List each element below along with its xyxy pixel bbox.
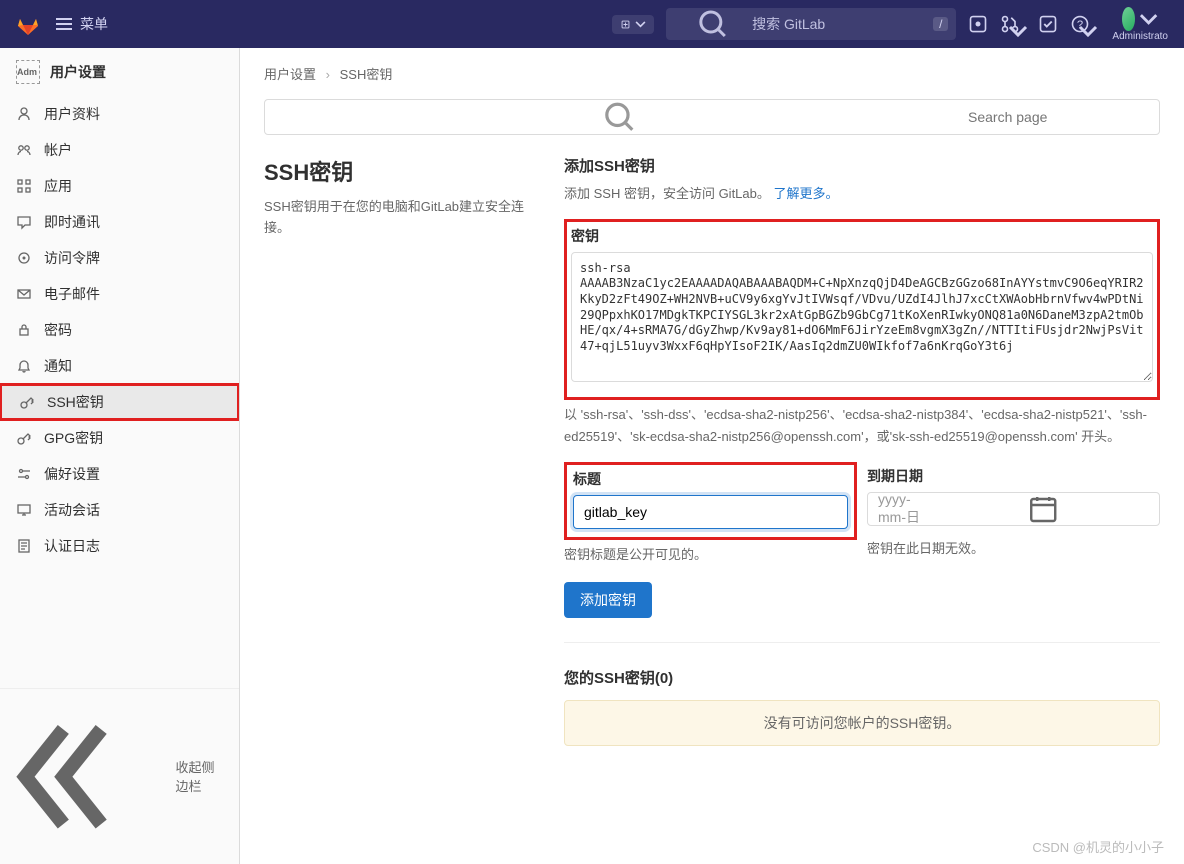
search-page-input[interactable] (968, 109, 1149, 125)
sidebar-item-0[interactable]: 用户资料 (0, 96, 239, 132)
broken-avatar: Adm (16, 60, 40, 84)
sidebar-item-3[interactable]: 即时通讯 (0, 204, 239, 240)
sidebar-header: Adm 用户设置 (0, 48, 239, 96)
sidebar-item-4[interactable]: 访问令牌 (0, 240, 239, 276)
account-icon (16, 142, 32, 158)
expires-label: 到期日期 (867, 466, 1160, 486)
title-label: 标题 (573, 469, 848, 489)
ssh-key-textarea[interactable] (571, 252, 1153, 382)
sidebar-item-2[interactable]: 应用 (0, 168, 239, 204)
sidebar-item-1[interactable]: 帐户 (0, 132, 239, 168)
sidebar-item-label: 用户资料 (44, 104, 100, 124)
apps-icon (16, 178, 32, 194)
search-page-box[interactable] (264, 99, 1160, 135)
collapse-sidebar[interactable]: 收起侧边栏 (0, 688, 239, 864)
log-icon (16, 538, 32, 554)
sidebar-item-label: GPG密钥 (44, 428, 103, 448)
sidebar-item-12[interactable]: 认证日志 (0, 528, 239, 564)
expires-placeholder: yyyy-mm-日 (878, 491, 937, 527)
gitlab-logo[interactable] (16, 12, 40, 36)
sidebar-item-label: 帐户 (44, 140, 72, 160)
chat-icon (16, 214, 32, 230)
calendar-icon (937, 493, 1149, 525)
merge-requests-icon[interactable] (1000, 14, 1020, 34)
sidebar-item-label: 密码 (44, 320, 72, 340)
title-help: 密钥标题是公开可见的。 (564, 544, 857, 566)
sidebar-item-label: 认证日志 (44, 536, 100, 556)
hamburger-icon (56, 18, 72, 30)
search-input[interactable] (752, 16, 933, 32)
sidebar-item-label: 应用 (44, 176, 72, 196)
user-icon (16, 106, 32, 122)
key-icon (19, 394, 35, 410)
search-shortcut: / (933, 17, 948, 31)
avatar (1122, 7, 1135, 31)
monitor-icon (16, 502, 32, 518)
top-bar: 菜单 / ? Administrato (0, 0, 1184, 48)
watermark: CSDN @机灵的小小子 (1032, 837, 1164, 856)
sidebar-item-8[interactable]: SSH密钥 (0, 384, 239, 420)
sidebar-item-label: 访问令牌 (44, 248, 100, 268)
page-title: SSH密钥 (264, 155, 534, 187)
sidebar-item-label: 电子邮件 (44, 284, 100, 304)
sidebar-item-9[interactable]: GPG密钥 (0, 420, 239, 456)
expires-help: 密钥在此日期无效。 (867, 538, 1160, 560)
title-input[interactable] (573, 495, 848, 529)
add-key-button[interactable]: 添加密钥 (564, 582, 652, 618)
page-desc: SSH密钥用于在您的电脑和GitLab建立安全连接。 (264, 197, 534, 239)
chevron-left-icon (16, 701, 167, 852)
breadcrumb: 用户设置 › SSH密钥 (264, 64, 1160, 83)
sidebar-item-label: 活动会话 (44, 500, 100, 520)
breadcrumb-current: SSH密钥 (340, 67, 393, 82)
token-icon (16, 250, 32, 266)
expires-input[interactable]: yyyy-mm-日 (867, 492, 1160, 526)
breadcrumb-root[interactable]: 用户设置 (264, 67, 316, 82)
settings-icon (16, 466, 32, 482)
email-icon (16, 286, 32, 302)
your-keys-heading: 您的SSH密钥(0) (564, 667, 1160, 688)
sidebar-item-7[interactable]: 通知 (0, 348, 239, 384)
sidebar-item-10[interactable]: 偏好设置 (0, 456, 239, 492)
content: 用户设置 › SSH密钥 SSH密钥 SSH密钥用于在您的电脑和GitLab建立… (240, 48, 1184, 864)
sidebar-item-5[interactable]: 电子邮件 (0, 276, 239, 312)
bell-icon (16, 358, 32, 374)
sidebar-item-6[interactable]: 密码 (0, 312, 239, 348)
help-icon[interactable]: ? (1070, 14, 1090, 34)
search-icon (275, 100, 964, 134)
key-icon (16, 430, 32, 446)
menu-label: 菜单 (80, 14, 108, 34)
add-ssh-heading: 添加SSH密钥 (564, 155, 1160, 176)
admin-label: Administrato (1112, 31, 1168, 42)
create-new-button[interactable] (612, 15, 654, 34)
search-icon (674, 8, 752, 40)
sidebar-item-11[interactable]: 活动会话 (0, 492, 239, 528)
sidebar-item-label: SSH密钥 (47, 392, 104, 412)
key-label: 密钥 (571, 226, 1153, 246)
search-box[interactable]: / (666, 8, 956, 40)
user-menu[interactable]: Administrato (1112, 7, 1168, 42)
sidebar-title: 用户设置 (50, 62, 106, 82)
key-help-text: 以 'ssh-rsa'、'ssh-dss'、'ecdsa-sha2-nistp2… (564, 404, 1160, 448)
learn-more-link[interactable]: 了解更多。 (774, 186, 839, 201)
issues-icon[interactable] (968, 14, 988, 34)
empty-state: 没有可访问您帐户的SSH密钥。 (564, 700, 1160, 746)
todos-icon[interactable] (1038, 14, 1058, 34)
sidebar-item-label: 偏好设置 (44, 464, 100, 484)
sidebar-item-label: 即时通讯 (44, 212, 100, 232)
sidebar-item-label: 通知 (44, 356, 72, 376)
menu-toggle[interactable]: 菜单 (56, 14, 108, 34)
lock-icon (16, 322, 32, 338)
add-ssh-desc: 添加 SSH 密钥，安全访问 GitLab。 (564, 186, 770, 201)
sidebar: Adm 用户设置 用户资料帐户应用即时通讯访问令牌电子邮件密码通知 SSH密钥 GP… (0, 48, 240, 864)
collapse-label: 收起侧边栏 (175, 757, 223, 795)
